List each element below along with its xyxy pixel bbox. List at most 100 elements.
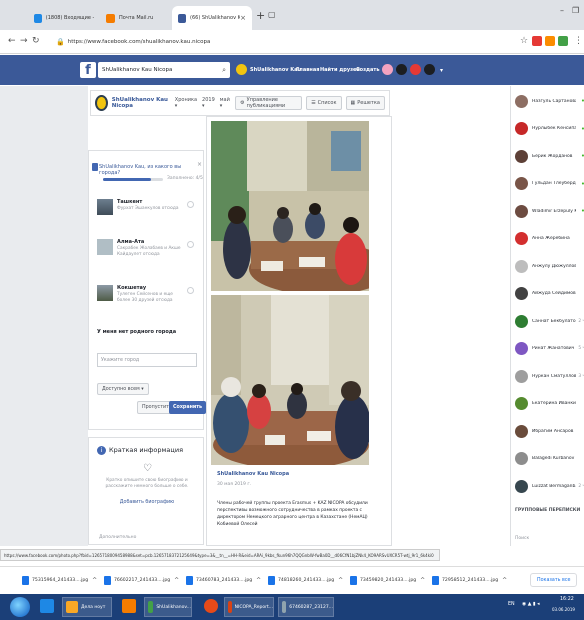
show-all-button[interactable]: Показать все <box>530 573 578 587</box>
city-radio[interactable] <box>187 287 194 294</box>
add-bio-link[interactable]: Добавить биографию <box>99 500 195 505</box>
taskbar-label: 67460287_23127... <box>289 604 333 610</box>
city-input[interactable]: Укажите город <box>97 353 197 367</box>
firefox-icon[interactable] <box>204 599 218 613</box>
taskbar-item[interactable]: NICOPA_Report... <box>224 597 274 617</box>
new-tab-button[interactable]: + <box>256 9 265 22</box>
profile-link[interactable]: ShUalikhanov Kau <box>250 67 301 73</box>
menu-icon[interactable]: ⋮ <box>574 36 583 46</box>
media-icon[interactable] <box>122 599 136 613</box>
chat-contact[interactable]: Саннат Бекбулатов 2 ч <box>515 310 584 332</box>
chat-contact[interactable]: Айжуда Сейдимова <box>515 283 584 305</box>
contact-name: Назгуль Сартанова <box>532 98 576 104</box>
star-icon[interactable]: ☆ <box>520 36 528 46</box>
save-button[interactable]: Сохранить <box>169 401 207 414</box>
chevron-up-icon[interactable]: ^ <box>502 577 507 584</box>
download-item[interactable]: 73460783_241433....jpg ^ <box>186 574 261 586</box>
close-icon[interactable]: × <box>197 161 202 168</box>
about-footer: Дополнительно <box>99 535 137 540</box>
post-date[interactable]: 30 мая 2019 г. <box>217 482 251 487</box>
search-input[interactable]: ShUalikhanov Kau Nicopa ⌕ <box>98 62 230 78</box>
image-file-icon <box>22 575 29 585</box>
chat-contact[interactable]: Ринат Жанатович 5 ч <box>515 338 584 360</box>
chat-contact[interactable]: Берик Жорданов• <box>515 145 584 167</box>
close-tab-icon[interactable]: × <box>240 14 246 22</box>
month-select[interactable]: май ▾ <box>220 97 230 109</box>
year-select[interactable]: 2019 ▾ <box>202 97 215 109</box>
chevron-up-icon[interactable]: ^ <box>256 577 261 584</box>
hometown-question: ShUalikhanov Kau, из какого вы города? <box>99 164 182 176</box>
page-avatar[interactable] <box>95 95 108 111</box>
chat-search-input[interactable]: Поиск <box>515 536 581 546</box>
download-item[interactable]: 73459820_241433....jpg ^ <box>350 574 425 586</box>
reload-icon[interactable]: ↻ <box>32 36 40 46</box>
chevron-up-icon[interactable]: ^ <box>338 577 343 584</box>
no-hometown-option[interactable]: У меня нет родного города <box>97 329 176 335</box>
chat-contact[interactable]: Нурлыбек Кенсипаев• <box>515 118 584 140</box>
download-item[interactable]: 74818260_241433....jpg ^ <box>268 574 343 586</box>
city-radio[interactable] <box>187 241 194 248</box>
chat-contact[interactable]: Luizzat Bermaganb... 2 ч <box>515 475 584 497</box>
taskbar-item[interactable]: Дела ноут <box>62 597 112 617</box>
help-icon[interactable] <box>424 64 435 75</box>
taskbar-item[interactable]: 67460287_23127... <box>278 597 334 617</box>
facebook-logo[interactable]: f <box>80 62 96 78</box>
download-item[interactable]: 75315964_241433....jpg ^ <box>22 574 97 586</box>
notifications-icon[interactable] <box>410 64 421 75</box>
chat-contact[interactable]: Нуркан Сматуллов 3 ч <box>515 365 584 387</box>
minimize-icon[interactable]: – <box>560 6 564 15</box>
url-field[interactable]: 🔒 https://www.facebook.com/shualikhanov.… <box>56 34 496 50</box>
nav-find-friends[interactable]: Найти друзей <box>320 67 360 73</box>
chat-contact[interactable]: Анжулу Дюжуллова <box>515 255 584 277</box>
ie-icon[interactable] <box>40 599 54 613</box>
taskbar-item[interactable]: ShUalikhanov... <box>144 597 192 617</box>
chat-contact[interactable]: Wladimir Erzepuly Kir...• <box>515 200 584 222</box>
chat-contact[interactable]: Гульдан Тлеубердина• <box>515 173 584 195</box>
grid-view-button[interactable]: ▦ Решетка <box>345 96 385 110</box>
chevron-up-icon[interactable]: ^ <box>92 577 97 584</box>
city-option[interactable]: Алма-Ата Сакрабек Жолабаев и Акше Кайдау… <box>97 239 197 279</box>
start-button[interactable] <box>10 597 30 617</box>
tab-mail-inbox[interactable]: (1808) Входящие - Почта Mail.r <box>28 6 100 30</box>
page-name[interactable]: ShUalikhanov Kau Nicopa <box>112 97 170 109</box>
messenger-icon[interactable] <box>396 64 407 75</box>
download-item[interactable]: 72958512_241433....jpg ^ <box>432 574 507 586</box>
chronicle-select[interactable]: Хроника ▾ <box>175 97 197 109</box>
city-radio[interactable] <box>187 201 194 208</box>
nav-create[interactable]: Создать <box>356 67 379 73</box>
chevron-down-icon[interactable]: ▾ <box>440 67 443 74</box>
tray-icons[interactable]: ◉ ▲ ▮ ◂ <box>522 602 540 607</box>
tab-list-icon[interactable]: ▢ <box>268 10 276 19</box>
chat-contact[interactable]: Balagedi Kurbanov <box>515 448 584 470</box>
post-photo-1[interactable] <box>211 121 369 291</box>
tab-mail[interactable]: Почта Mail.ru <box>100 6 170 30</box>
chat-contact[interactable]: Анна Жеребина <box>515 228 584 250</box>
manage-posts-button[interactable]: ⚙ Управление публикациями <box>235 96 303 110</box>
chat-contact[interactable]: Назгуль Сартанова• <box>515 90 584 112</box>
download-item[interactable]: 76602217_241433....jpg ^ <box>104 574 179 586</box>
search-icon[interactable]: ⌕ <box>222 62 226 78</box>
forward-icon[interactable]: → <box>20 36 28 46</box>
chat-contact[interactable]: Екатерина Иванкина <box>515 393 584 415</box>
nav-home[interactable]: Главная <box>296 67 319 73</box>
language-indicator[interactable]: EN <box>508 602 515 607</box>
extension-icon[interactable] <box>532 36 542 46</box>
audience-select[interactable]: Доступно всем ▾ <box>97 383 149 395</box>
post-photo-2[interactable] <box>211 295 369 465</box>
chat-contact[interactable]: Ибрагим Ансаров <box>515 420 584 442</box>
city-option[interactable]: Ташкент Фурхат Эшанкулов отсюда <box>97 199 197 229</box>
post-author[interactable]: ShUalikhanov Kau Nicopa <box>217 471 289 477</box>
chevron-up-icon[interactable]: ^ <box>174 577 179 584</box>
friends-icon[interactable] <box>382 64 393 75</box>
extension-icon[interactable] <box>558 36 568 46</box>
tab-facebook[interactable]: (66) ShUalikhanov Kau Nicopa × <box>172 6 252 30</box>
extension-icon[interactable] <box>545 36 555 46</box>
chevron-up-icon[interactable]: ^ <box>420 577 425 584</box>
back-icon[interactable]: ← <box>8 36 16 46</box>
restore-icon[interactable]: ❐ <box>572 6 579 15</box>
city-thumbnail <box>97 285 113 301</box>
city-option[interactable]: Кокшетау Тулеген Сейсенов и еще более 30… <box>97 285 197 325</box>
avatar[interactable] <box>236 64 247 75</box>
clock-time[interactable]: 16:22 <box>560 597 574 602</box>
list-view-button[interactable]: ☰ Список <box>306 96 342 110</box>
